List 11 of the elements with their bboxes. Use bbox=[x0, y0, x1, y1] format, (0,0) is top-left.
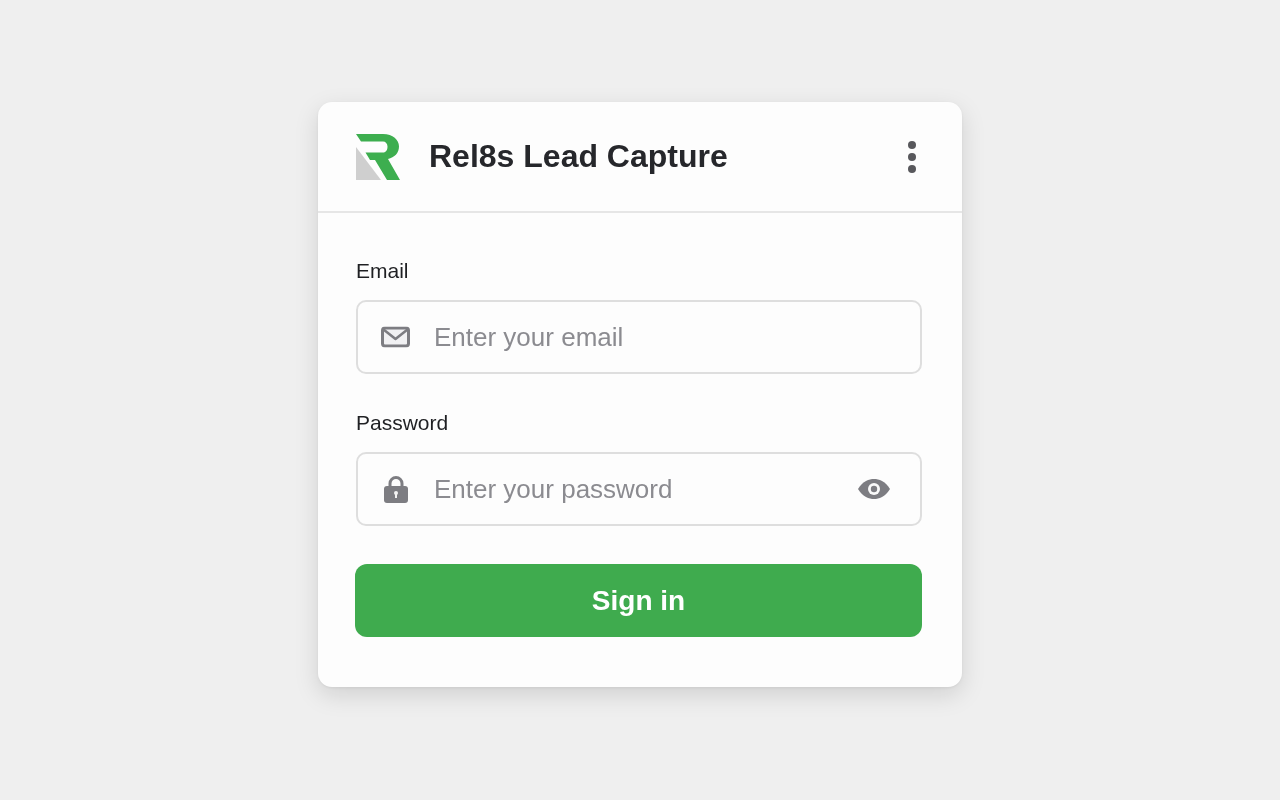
more-icon bbox=[908, 140, 916, 173]
field-label: Password bbox=[356, 411, 449, 435]
lock-icon bbox=[384, 475, 408, 503]
mail-icon bbox=[381, 326, 410, 348]
email-field[interactable]: Enter your email bbox=[356, 300, 922, 374]
logo-icon bbox=[356, 133, 400, 180]
password-field[interactable]: Enter your password bbox=[356, 452, 922, 526]
show-password-icon[interactable] bbox=[858, 479, 890, 499]
app-title: Rel8s Lead Capture bbox=[429, 138, 729, 175]
field-label: Email bbox=[356, 259, 409, 283]
sign-in-button[interactable]: Sign in bbox=[355, 564, 922, 637]
